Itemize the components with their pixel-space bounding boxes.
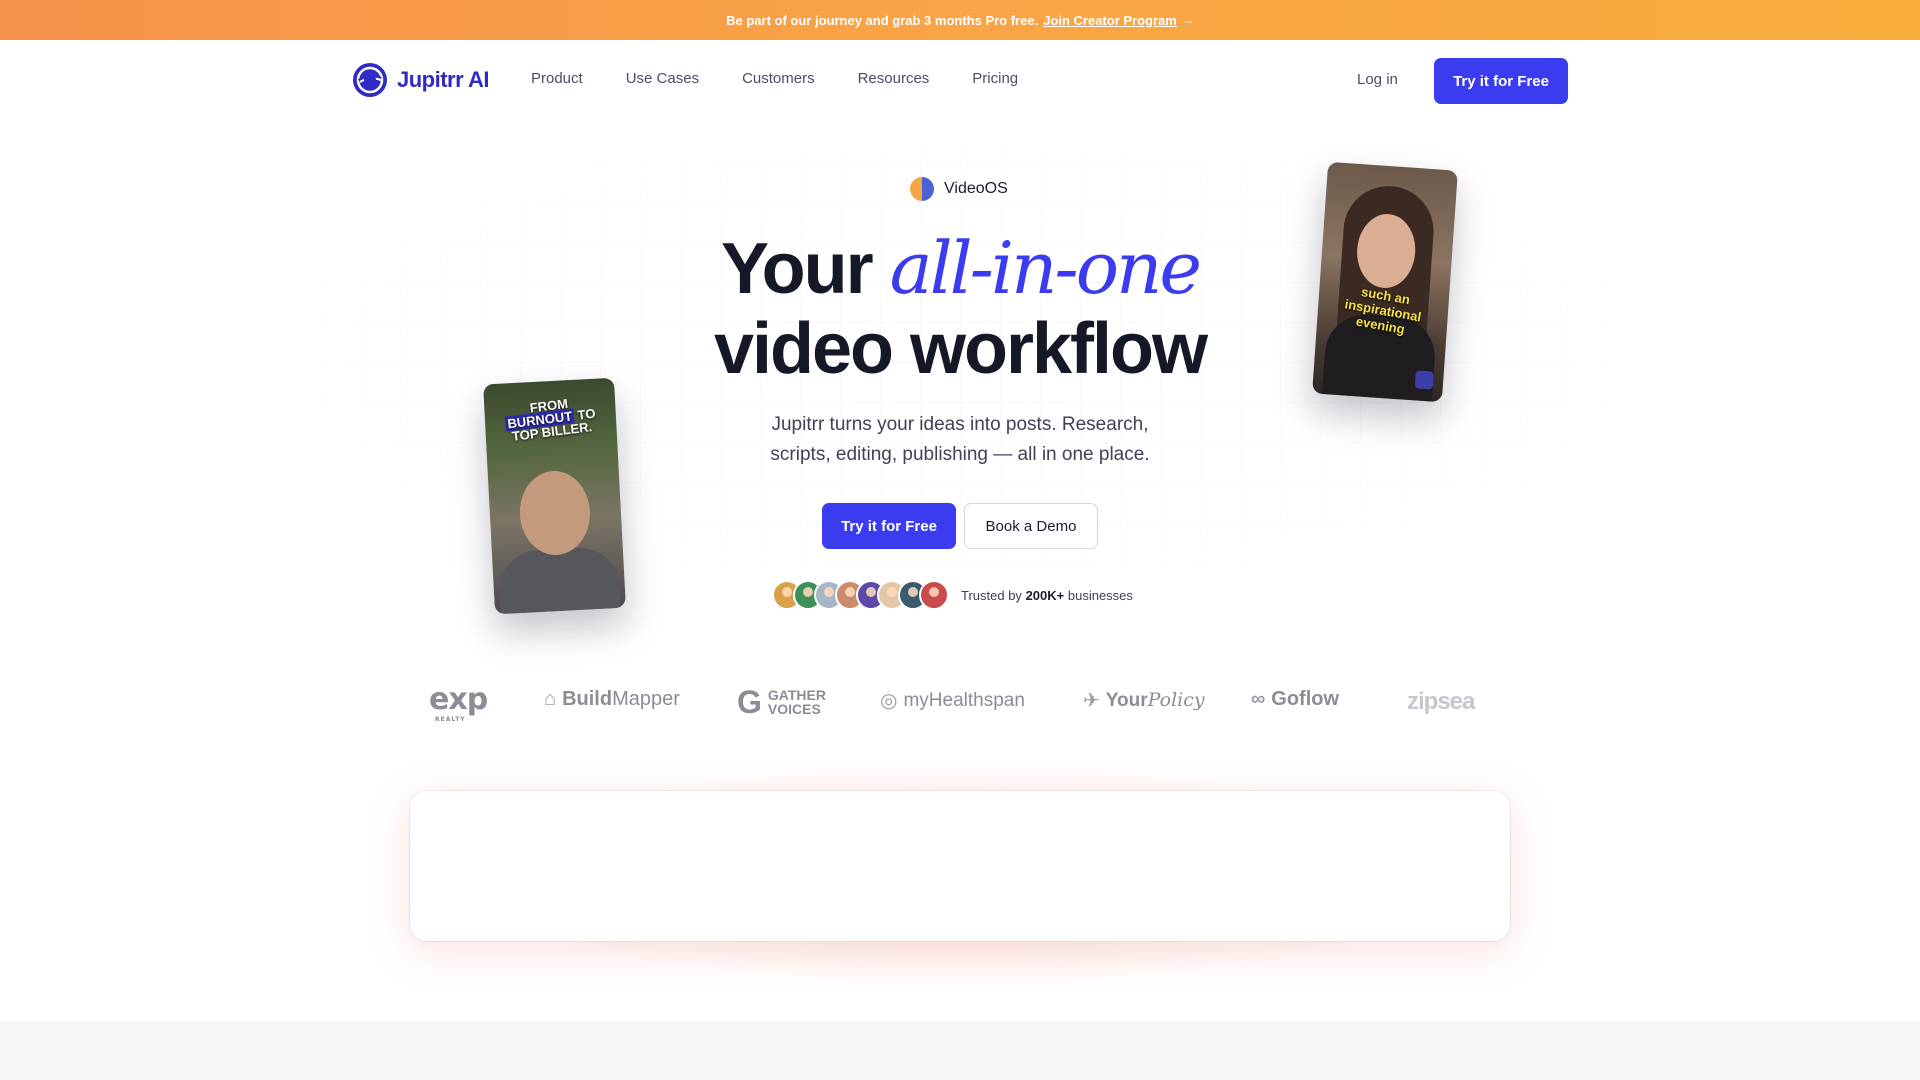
product-preview-panel xyxy=(410,791,1510,941)
trust-count: 200K+ xyxy=(1025,587,1065,603)
top-nav: Jupitrr AI Product Use Cases Customers R… xyxy=(0,40,1920,122)
announcement-bar: Be part of our journey and grab 3 months… xyxy=(0,0,1920,40)
nav-links: Product Use Cases Customers Resources Pr… xyxy=(531,70,1061,87)
nav-try-free-button[interactable]: Try it for Free xyxy=(1434,58,1568,104)
nav-product[interactable]: Product xyxy=(531,70,583,87)
trust-prefix: Trusted by xyxy=(961,587,1022,603)
videoos-icon xyxy=(910,177,934,201)
customer-avatars xyxy=(772,580,949,610)
headline-word: Your xyxy=(720,229,874,309)
logo-goflow: ∞ Goflow xyxy=(1251,688,1339,711)
videoos-badge: VideoOS xyxy=(910,176,1008,202)
headline-line-2: video workflow xyxy=(713,309,1208,389)
logo[interactable]: Jupitrr AI xyxy=(351,60,489,100)
logo-gather-voices: G GATHER VOICES xyxy=(737,684,826,720)
logo-yourpolicy: ✈ YourPolicy xyxy=(1083,688,1205,713)
video-caption-left: FROM BURNOUT TO TOP BILLER. xyxy=(489,392,612,445)
logo-zipsea: zipsea xyxy=(1407,688,1475,716)
nav-resources[interactable]: Resources xyxy=(858,70,930,87)
watermark-icon xyxy=(1414,370,1434,390)
yourpolicy-bold: Your xyxy=(1105,690,1148,711)
hero-try-free-button[interactable]: Try it for Free xyxy=(822,503,956,549)
exp-sub-text: REALTY xyxy=(435,716,466,723)
join-creator-program-link[interactable]: Join Creator Program xyxy=(1043,13,1177,28)
hero-cta-row: Try it for Free Book a Demo xyxy=(822,503,1098,549)
exp-text: exp xyxy=(429,682,488,717)
avatar xyxy=(919,580,949,610)
person-face xyxy=(517,469,593,557)
customer-logos: exp REALTY ⌂ BuildMapper G GATHER VOICES … xyxy=(0,680,1920,730)
trust-row: Trusted by 200K+ businesses xyxy=(772,580,1133,610)
ring-icon: ◎ xyxy=(880,690,898,712)
hero-headline: Your all-in-one video workflow xyxy=(660,228,1260,389)
goflow-text: Goflow xyxy=(1271,688,1340,710)
myhealthspan-text: myHealthspan xyxy=(903,689,1025,711)
person-shirt xyxy=(497,545,622,615)
logo-buildmapper: ⌂ BuildMapper xyxy=(544,688,680,711)
buildmapper-bold: Build xyxy=(562,688,613,710)
video-card-left[interactable]: FROM BURNOUT TO TOP BILLER. xyxy=(483,377,626,615)
logo-exp-realty: exp REALTY xyxy=(429,682,488,723)
house-icon: ⌂ xyxy=(544,688,557,710)
next-section-band xyxy=(0,1021,1920,1080)
headline-accent: all-in-one xyxy=(889,226,1202,310)
hero-subheading: Jupitrr turns your ideas into posts. Res… xyxy=(770,414,1150,465)
nav-customers[interactable]: Customers xyxy=(742,70,815,87)
video-card-right[interactable]: such an inspirational evening xyxy=(1312,161,1458,403)
jupitrr-logo-icon xyxy=(353,63,387,97)
arrow-right-icon: → xyxy=(1181,13,1194,27)
nav-pricing[interactable]: Pricing xyxy=(972,70,1018,87)
bird-icon: ✈ xyxy=(1083,690,1100,712)
gather-line-2: VOICES xyxy=(767,701,821,717)
yourpolicy-script: Policy xyxy=(1147,689,1205,711)
trust-text: Trusted by 200K+ businesses xyxy=(961,588,1133,603)
gather-g-icon: G xyxy=(737,684,762,720)
logo-myhealthspan: ◎ myHealthspan xyxy=(880,688,1025,713)
infinity-icon: ∞ xyxy=(1251,688,1266,710)
zipsea-text: zipsea xyxy=(1407,688,1475,715)
logo-text: Jupitrr AI xyxy=(397,67,489,92)
announcement-text: Be part of our journey and grab 3 months… xyxy=(726,12,1039,28)
trust-suffix: businesses xyxy=(1067,587,1133,603)
badge-text: VideoOS xyxy=(944,180,1008,197)
login-link[interactable]: Log in xyxy=(1357,71,1398,88)
nav-use-cases[interactable]: Use Cases xyxy=(626,70,699,87)
buildmapper-light: Mapper xyxy=(612,688,680,710)
book-demo-button[interactable]: Book a Demo xyxy=(964,503,1098,549)
